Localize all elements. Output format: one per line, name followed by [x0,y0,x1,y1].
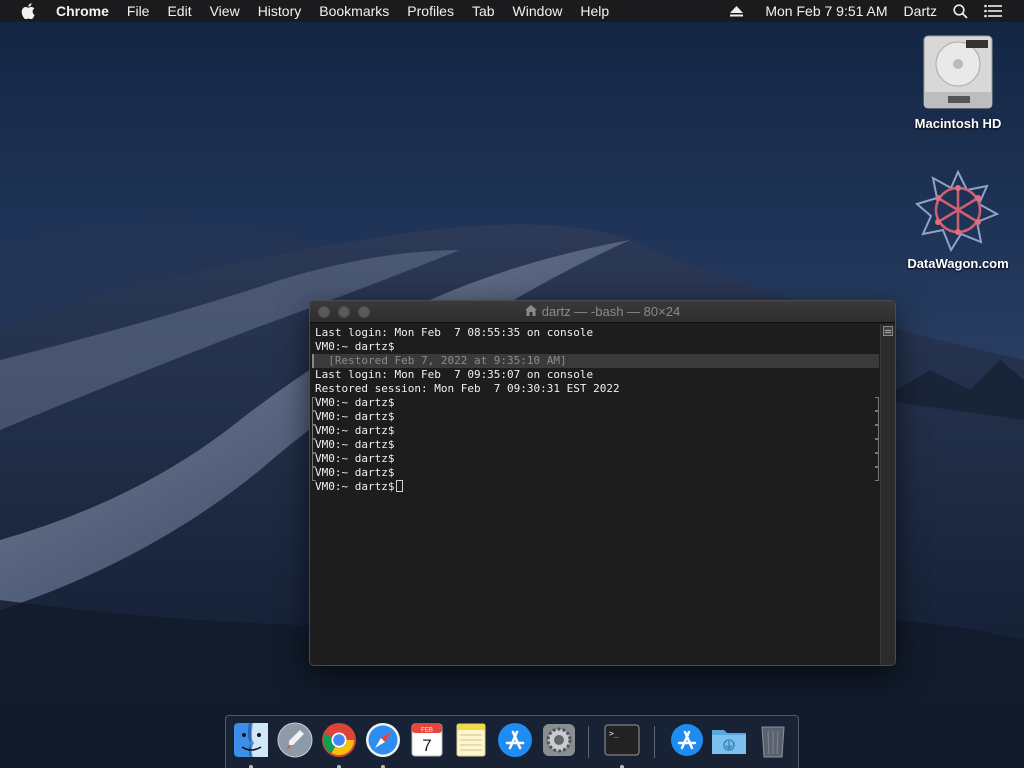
dock-downloads[interactable] [710,721,748,759]
home-folder-icon [524,304,537,319]
terminal-title: dartz — -bash — 80×24 [541,304,681,319]
calendar-month: FEB [421,728,433,734]
menubar-user[interactable]: Dartz [896,0,945,22]
menu-tab[interactable]: Tab [463,0,504,22]
terminal-line: VM0:~ dartz$ [312,424,879,439]
dock-trash[interactable] [754,721,792,759]
apple-menu-icon[interactable] [0,0,56,22]
terminal-output[interactable]: Last login: Mon Feb 7 08:55:35 on consol… [310,324,880,665]
terminal-cursor [396,480,404,492]
finder-icon [234,723,268,757]
dock-chrome[interactable] [320,721,358,768]
spotlight-search-icon[interactable] [945,0,976,22]
notification-center-icon[interactable] [976,0,1024,22]
menu-bar: Chrome File Edit View History Bookmarks … [0,0,1024,22]
dock-safari[interactable] [364,721,402,768]
dock-system-preferences[interactable] [540,721,578,759]
terminal-line: Last login: Mon Feb 7 08:55:35 on consol… [315,326,594,339]
split-pane-icon[interactable] [883,326,893,336]
safari-icon [366,723,400,757]
terminal-icon: >_ [604,724,640,756]
menu-window[interactable]: Window [504,0,572,22]
terminal-line: VM0:~ dartz$ [312,396,879,411]
app-store-icon [498,723,532,757]
zoom-button[interactable] [358,306,370,318]
eject-icon[interactable] [722,0,751,22]
datawagon-icon [898,168,1018,252]
downloads-folder-icon [712,730,746,754]
terminal-line: Last login: Mon Feb 7 09:35:07 on consol… [315,368,594,381]
system-preferences-icon [543,724,575,756]
chrome-icon [322,723,356,757]
dock-separator [588,726,589,758]
terminal-line: VM0:~ dartz$ [312,410,879,425]
dock-separator [654,726,655,758]
dock-applications[interactable] [668,721,706,759]
desktop-icon-datawagon[interactable]: DataWagon.com [898,168,1018,271]
terminal-titlebar[interactable]: dartz — -bash — 80×24 [310,301,895,323]
dock-terminal[interactable]: >_ [603,721,641,768]
calendar-day: 7 [422,736,431,755]
terminal-window[interactable]: dartz — -bash — 80×24 Last login: Mon Fe… [309,300,896,666]
dock-launchpad[interactable] [276,721,314,759]
desktop-icon-macintosh-hd[interactable]: Macintosh HD [898,32,1018,131]
launchpad-icon [277,722,313,758]
dock-finder[interactable] [232,721,270,768]
terminal-line: Restored session: Mon Feb 7 09:30:31 EST… [315,382,620,395]
terminal-line: VM0:~ dartz$ [312,438,879,453]
terminal-line: VM0:~ dartz$ [315,340,395,353]
desktop-icon-label: Macintosh HD [914,116,1002,131]
menu-file[interactable]: File [118,0,159,22]
terminal-prompt: VM0:~ dartz$ [315,480,395,493]
notes-icon [456,723,486,757]
restored-banner: [Restored Feb 7, 2022 at 9:35:10 AM] [312,354,879,368]
menu-app-name[interactable]: Chrome [56,0,118,22]
close-button[interactable] [318,306,330,318]
menu-view[interactable]: View [201,0,249,22]
dock-calendar[interactable]: FEB 7 [408,721,446,759]
dock: FEB 7 >_ [225,715,799,768]
menu-help[interactable]: Help [571,0,618,22]
minimize-button[interactable] [338,306,350,318]
hard-drive-icon [898,32,1018,112]
desktop-icon-label: DataWagon.com [907,256,1009,271]
terminal-prompt-line[interactable]: VM0:~ dartz$ [315,480,875,494]
menu-profiles[interactable]: Profiles [398,0,463,22]
applications-folder-icon [671,724,703,756]
terminal-scrollbar[interactable] [880,324,895,665]
menu-history[interactable]: History [249,0,311,22]
menubar-clock[interactable]: Mon Feb 7 9:51 AM [751,0,895,22]
dock-app-store[interactable] [496,721,534,759]
calendar-icon: FEB 7 [411,723,443,757]
terminal-glyph: >_ [609,729,619,738]
terminal-line: VM0:~ dartz$ [312,466,879,481]
menu-edit[interactable]: Edit [158,0,200,22]
menu-bookmarks[interactable]: Bookmarks [310,0,398,22]
trash-icon [761,726,785,758]
terminal-line: VM0:~ dartz$ [312,452,879,467]
dock-notes[interactable] [452,721,490,759]
